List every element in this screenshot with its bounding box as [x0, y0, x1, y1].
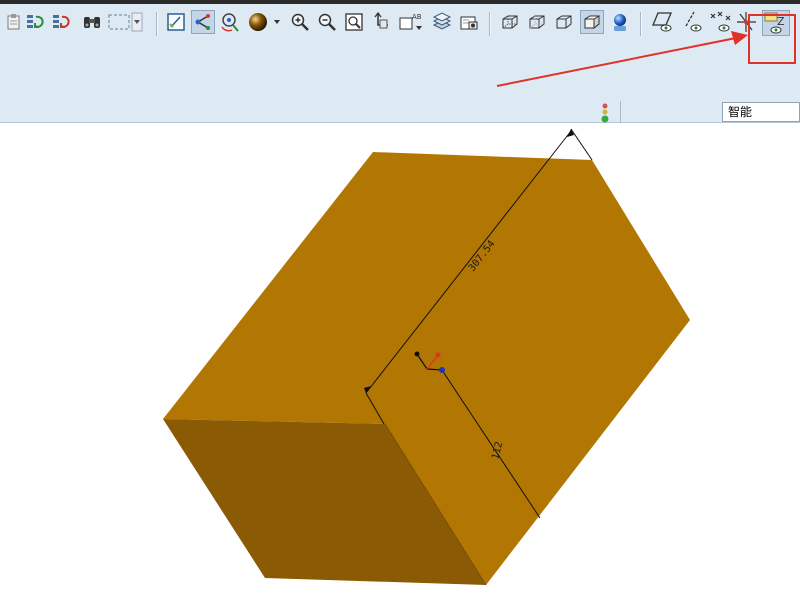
hidden-line-icon[interactable] — [525, 10, 549, 34]
datum-axis-display-icon[interactable] — [680, 10, 706, 34]
orient-mode-icon[interactable] — [218, 10, 242, 34]
find-binoculars-icon[interactable] — [80, 10, 104, 34]
zoom-out-icon[interactable] — [315, 10, 339, 34]
toolbar-separator — [640, 12, 642, 36]
application-window: AB Z 智能 307.54 112 — [0, 0, 800, 600]
status-separator — [620, 101, 621, 123]
selection-filter-dropdown[interactable]: 智能 — [722, 102, 800, 122]
layers-icon[interactable] — [430, 10, 454, 34]
appearance-sphere-icon[interactable] — [246, 10, 282, 34]
toolbar-separator — [156, 12, 158, 36]
refit-icon[interactable] — [342, 10, 366, 34]
annotation-highlight-box — [748, 14, 796, 64]
shading-icon[interactable] — [580, 10, 604, 34]
svg-text:AB: AB — [412, 13, 422, 21]
toolbar-separator — [489, 12, 491, 36]
repaint-icon[interactable] — [164, 10, 188, 34]
regenerate-manager-icon[interactable] — [50, 10, 74, 34]
datum-plane-display-icon[interactable] — [650, 10, 676, 34]
clipboard-icon[interactable] — [2, 10, 26, 34]
graphics-toolbar: AB Z — [0, 8, 800, 40]
zoom-in-icon[interactable] — [288, 10, 312, 34]
graphics-viewport[interactable]: 307.54 112 — [0, 123, 800, 600]
wireframe-icon[interactable] — [498, 10, 522, 34]
regenerate-icon[interactable] — [24, 10, 48, 34]
saved-views-icon[interactable]: AB — [398, 10, 426, 34]
spin-center-icon[interactable] — [191, 10, 215, 34]
status-light-icon — [598, 102, 612, 124]
point-display-icon[interactable] — [708, 10, 734, 34]
model-canvas: 307.54 112 — [163, 128, 690, 586]
no-hidden-icon[interactable] — [552, 10, 576, 34]
toolbar-area: AB Z 智能 — [0, 4, 800, 123]
selection-box-icon[interactable] — [106, 10, 144, 34]
view-manager-icon[interactable] — [457, 10, 481, 34]
enhanced-realism-icon[interactable] — [608, 10, 632, 34]
reorient-icon[interactable] — [370, 10, 394, 34]
